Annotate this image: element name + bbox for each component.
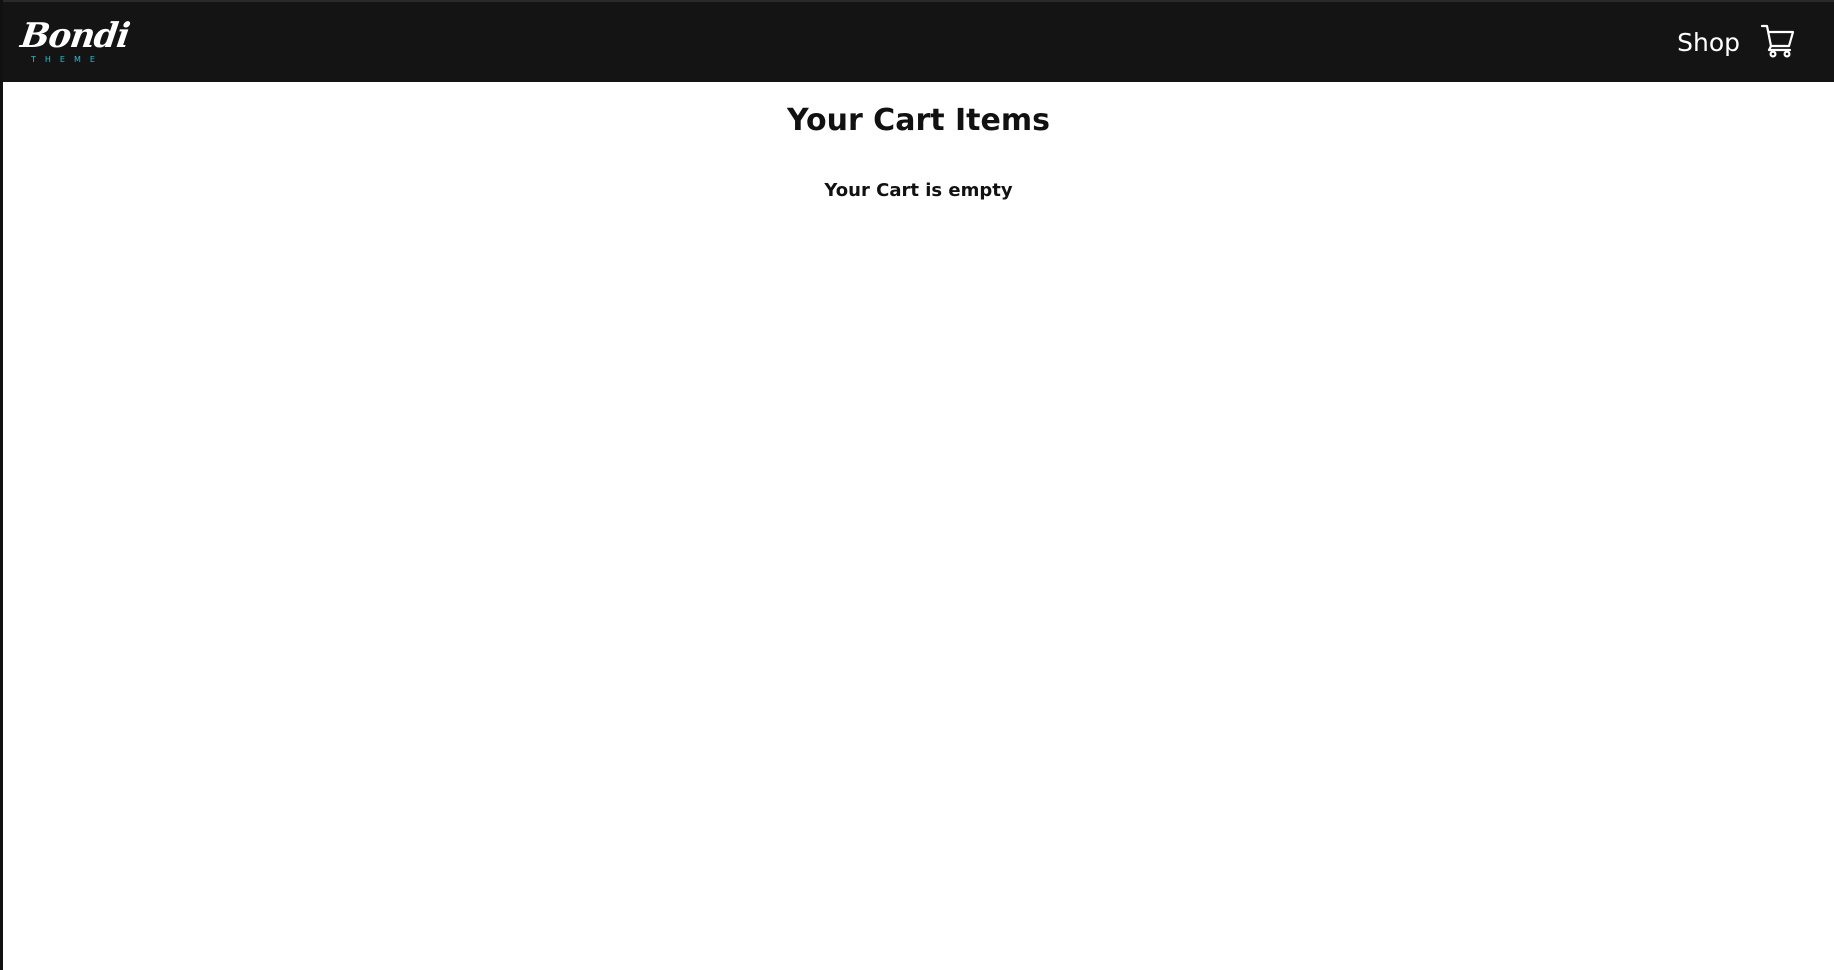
logo-script-text: Bondi [18, 16, 132, 56]
empty-cart-message: Your Cart is empty [824, 180, 1013, 201]
logo-subtitle: THEME [31, 55, 104, 64]
shop-link[interactable]: Shop [1677, 28, 1740, 58]
cart-icon[interactable] [1760, 22, 1796, 58]
page-title: Your Cart Items [787, 103, 1050, 138]
top-navigation-bar: Bondi THEME Shop [3, 0, 1834, 82]
bondi-theme-logo[interactable]: Bondi THEME [18, 16, 131, 68]
